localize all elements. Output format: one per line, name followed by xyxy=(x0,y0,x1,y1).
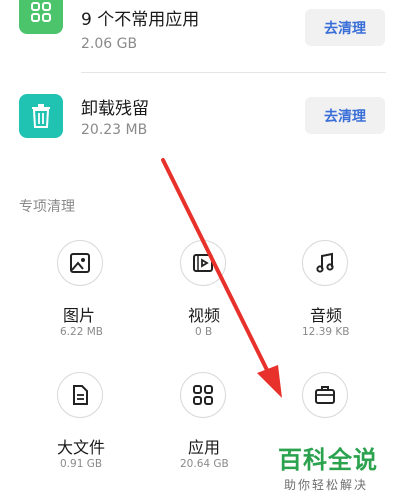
uninstall-residue-clean-button[interactable]: 去清理 xyxy=(305,97,385,134)
section-title: 专项清理 xyxy=(19,199,75,215)
apps-grid-icon xyxy=(180,372,226,418)
grid-icon xyxy=(19,0,63,34)
uninstall-residue-title: 卸载残留 xyxy=(81,99,149,119)
category-large-files[interactable]: 大文件 0.91 GB xyxy=(57,372,147,484)
category-apps[interactable]: 应用 20.64 GB xyxy=(180,372,270,484)
category-images[interactable]: 图片 6.22 MB xyxy=(57,240,147,352)
category-size: 0 B xyxy=(195,326,213,338)
category-label: 大文件 xyxy=(57,438,106,457)
category-label: 音频 xyxy=(310,306,343,325)
uninstall-residue-row: 卸载残留 20.23 MB 去清理 xyxy=(0,90,400,164)
category-size: 0.91 GB xyxy=(60,458,103,470)
unused-apps-clean-button[interactable]: 去清理 xyxy=(305,9,385,46)
category-label: 图片 xyxy=(63,306,96,325)
category-label: 应用 xyxy=(188,438,221,457)
unused-apps-size: 2.06 GB xyxy=(81,36,138,52)
unused-apps-row: 9 个不常用应用 2.06 GB 去清理 xyxy=(0,0,400,74)
divider xyxy=(81,72,386,73)
category-size: 6.22 MB xyxy=(60,326,103,338)
category-audio[interactable]: 音频 12.39 KB xyxy=(302,240,392,352)
unused-apps-title: 9 个不常用应用 xyxy=(81,10,200,30)
music-icon xyxy=(302,240,348,286)
watermark: 百科全说 助你轻松解决 xyxy=(278,440,388,493)
video-icon xyxy=(180,240,226,286)
uninstall-residue-size: 20.23 MB xyxy=(81,122,148,138)
category-videos[interactable]: 视频 0 B xyxy=(180,240,270,352)
image-icon xyxy=(57,240,103,286)
category-size: 20.64 GB xyxy=(180,458,229,470)
watermark-title: 百科全说 xyxy=(278,446,378,474)
trash-icon xyxy=(19,94,63,138)
briefcase-icon xyxy=(302,372,348,418)
watermark-subtitle: 助你轻松解决 xyxy=(284,478,369,492)
category-size: 12.39 KB xyxy=(302,326,350,338)
file-icon xyxy=(57,372,103,418)
category-label: 视频 xyxy=(188,306,221,325)
